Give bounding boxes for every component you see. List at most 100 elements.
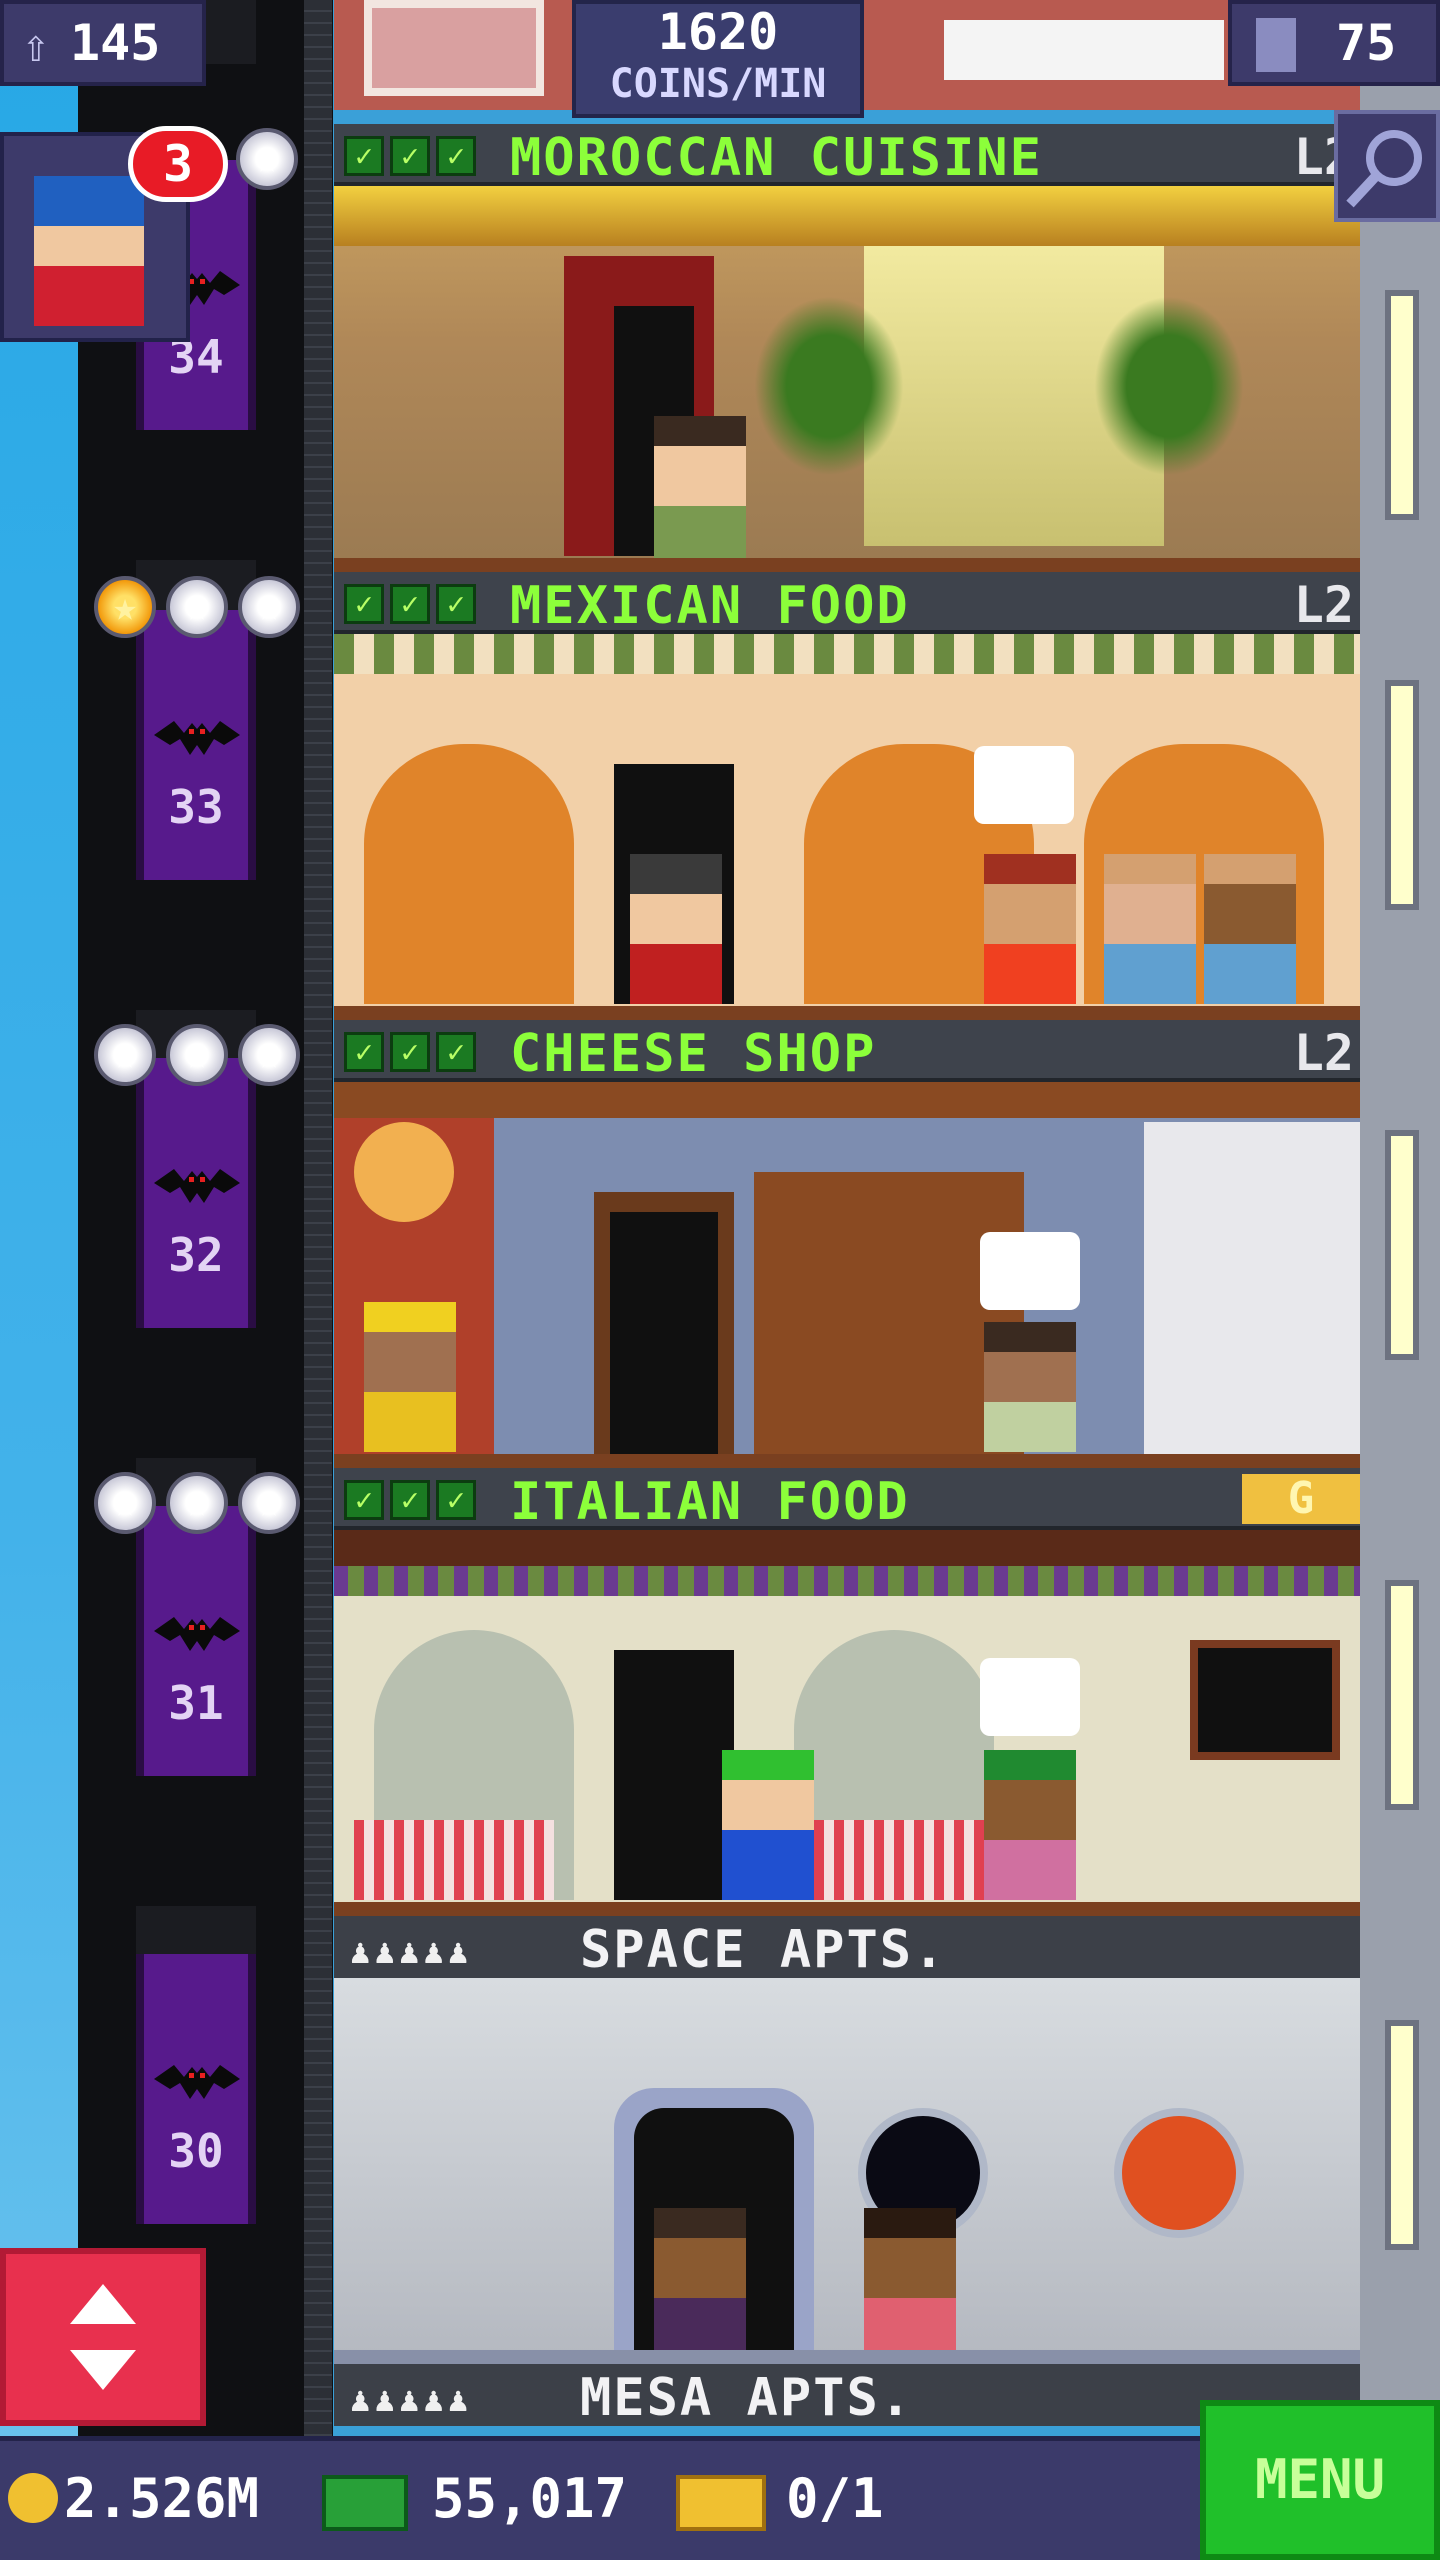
elevator-rail	[304, 0, 332, 2560]
check-icon: ✓	[344, 1032, 384, 1072]
ticket-icon	[676, 2475, 766, 2531]
elevator-button[interactable]	[0, 2248, 206, 2426]
vip-count-badge[interactable]: 3	[128, 126, 228, 202]
star-icon: ★	[94, 1472, 156, 1534]
vip-character-sprite	[34, 176, 144, 326]
floor-name: CHEESE SHOP	[510, 1024, 877, 1084]
elevator-floor-33[interactable]: 33	[136, 610, 256, 880]
floor-banner: ✓ ✓ ✓ ITALIAN FOOD G	[334, 1468, 1360, 1532]
sky-background	[0, 0, 80, 2560]
elevator-floor-number: 30	[168, 2124, 224, 2178]
floor-star-rating: ★ ★ ★	[94, 1024, 300, 1086]
floor-name: ITALIAN FOOD	[510, 1472, 910, 1532]
bat-icon	[154, 721, 240, 755]
coins-value: 2.526M	[64, 2467, 260, 2530]
window	[1385, 2020, 1419, 2250]
check-icon: ✓	[344, 584, 384, 624]
coin-icon	[8, 2473, 58, 2523]
search-button[interactable]	[1334, 110, 1440, 222]
resident-icons: ♟♟♟♟♟	[350, 2380, 473, 2420]
floor-space-apts-scene[interactable]	[334, 1978, 1360, 2364]
star-icon: ★	[238, 576, 300, 638]
elevator-floor-number: 33	[168, 780, 224, 834]
floor-name: MEXICAN FOOD	[510, 576, 910, 636]
building-icon	[1256, 18, 1296, 72]
star-icon: ★	[238, 1024, 300, 1086]
floor-level: L2	[1293, 576, 1354, 634]
floor-line	[334, 1006, 1360, 1020]
population-counter[interactable]: ⇧ 145	[0, 0, 206, 86]
window	[1385, 680, 1419, 910]
bat-icon	[154, 2065, 240, 2099]
floor-line	[334, 1902, 1360, 1916]
floor-line	[334, 1454, 1360, 1468]
customer-sprite	[722, 1750, 814, 1900]
population-value: 145	[70, 14, 161, 72]
gold-star-icon: ★	[94, 576, 156, 638]
floor-scene	[334, 186, 1360, 572]
floor-count-value: 75	[1336, 14, 1397, 72]
up-down-arrows-icon	[70, 2284, 136, 2390]
check-icon: ✓	[436, 136, 476, 176]
floor-scene	[334, 1082, 1360, 1468]
window	[1385, 290, 1419, 520]
floor-cheese-shop[interactable]: ✓ ✓ ✓ CHEESE SHOP L2	[334, 1020, 1360, 1468]
check-icon: ✓	[390, 584, 430, 624]
star-icon: ★	[166, 1472, 228, 1534]
floor-name: MESA APTS.	[580, 2368, 914, 2428]
coins-per-min-unit: COINS/MIN	[609, 61, 827, 107]
speech-bubble	[980, 1658, 1080, 1736]
customer-sprite	[984, 854, 1076, 1004]
floor-banner: ✓ ✓ ✓ MOROCCAN CUISINE L2	[334, 124, 1360, 188]
floor-banner: ✓ ✓ ✓ MEXICAN FOOD L2	[334, 572, 1360, 636]
floor-line	[334, 558, 1360, 572]
check-icon: ✓	[436, 1032, 476, 1072]
elevator-floor-31[interactable]: 31	[136, 1506, 256, 1776]
resident-icons: ♟♟♟♟♟	[350, 1932, 473, 1972]
customer-sprite	[364, 1302, 456, 1452]
floor-mexican-food[interactable]: ✓ ✓ ✓ MEXICAN FOOD L2	[334, 572, 1360, 1020]
bat-icon	[154, 1169, 240, 1203]
floor-star-rating: ★ ★ ★	[94, 576, 300, 638]
resident-sprite	[654, 2208, 746, 2358]
bux-value: 55,017	[432, 2467, 628, 2530]
window	[1385, 1580, 1419, 1810]
floor-banner: ✓ ✓ ✓ CHEESE SHOP L2	[334, 1020, 1360, 1084]
elevator-floor-number: 31	[168, 1676, 224, 1730]
star-icon: ★	[236, 128, 298, 190]
elevator-floor-32[interactable]: 32	[136, 1058, 256, 1328]
magnifier-icon	[1346, 130, 1422, 208]
star-icon: ★	[166, 576, 228, 638]
window	[1385, 1130, 1419, 1360]
customer-sprite	[1204, 854, 1296, 1004]
elevator-floor-30[interactable]: 30	[136, 1954, 256, 2224]
star-icon: ★	[238, 1472, 300, 1534]
floor-moroccan-cuisine[interactable]: ✓ ✓ ✓ MOROCCAN CUISINE L2	[334, 124, 1360, 572]
customer-sprite	[1104, 854, 1196, 1004]
golden-ticket-floor-badge: G	[1242, 1474, 1360, 1524]
check-icon: ✓	[390, 136, 430, 176]
speech-bubble	[974, 746, 1074, 824]
floor-star-rating: ★	[236, 128, 298, 190]
customer-sprite	[984, 1322, 1076, 1452]
star-icon: ★	[166, 1024, 228, 1086]
coins-per-minute-display[interactable]: 1620 COINS/MIN	[572, 0, 864, 118]
floor-counter[interactable]: 75	[1228, 0, 1440, 86]
bux-icon	[322, 2475, 408, 2531]
floor-name: MOROCCAN CUISINE	[510, 128, 1043, 188]
check-icon: ✓	[390, 1480, 430, 1520]
customer-sprite	[984, 1750, 1076, 1900]
resident-sprite	[864, 2208, 956, 2358]
stock-checks: ✓ ✓ ✓	[344, 584, 476, 624]
floor-italian-food[interactable]: ✓ ✓ ✓ ITALIAN FOOD G	[334, 1468, 1360, 1916]
floor-space-apts-banner[interactable]: ♟♟♟♟♟ SPACE APTS.	[334, 1916, 1360, 1980]
floor-name: SPACE APTS.	[580, 1920, 947, 1980]
check-icon: ✓	[390, 1032, 430, 1072]
floor-scene	[334, 1530, 1360, 1916]
menu-button[interactable]: MENU	[1200, 2400, 1440, 2560]
elevator-gap	[136, 1906, 256, 1956]
check-icon: ✓	[344, 1480, 384, 1520]
elevator-floor-number: 32	[168, 1228, 224, 1282]
customer-sprite	[654, 416, 746, 566]
floor-scene	[334, 634, 1360, 1020]
